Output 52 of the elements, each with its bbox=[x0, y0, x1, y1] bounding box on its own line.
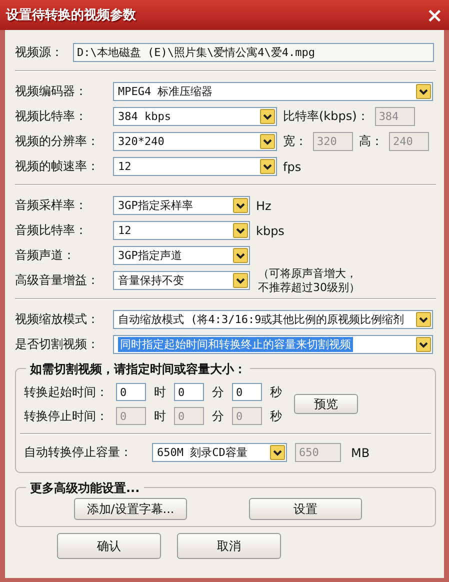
field-label: 视频缩放模式： bbox=[15, 311, 100, 328]
dropdown[interactable]: 3GP指定声道 bbox=[113, 246, 250, 265]
field-label: 是否切割视频： bbox=[15, 336, 100, 353]
unit-label: kbps bbox=[256, 224, 284, 238]
unit-label: 分 bbox=[212, 384, 224, 400]
input-field[interactable]: D:\本地磁盘 (E)\照片集\爱情公寓4\爱4.mpg bbox=[73, 42, 434, 62]
dropdown[interactable]: 自动缩放模式 (将4:3/16:9或其他比例的原视频比例缩剂 bbox=[113, 310, 433, 329]
cancel-button[interactable]: 取消 bbox=[177, 533, 281, 559]
group-title: 更多高级功能设置... bbox=[26, 480, 144, 497]
unit-label: Hz bbox=[256, 198, 272, 212]
field-label: 视频比特率： bbox=[15, 108, 88, 125]
dropdown[interactable]: 音量保持不变 bbox=[113, 271, 250, 290]
confirm-button[interactable]: 确认 bbox=[57, 533, 161, 559]
dropdown[interactable]: 12 bbox=[113, 157, 277, 176]
unit-label: 分 bbox=[212, 408, 224, 424]
input-field[interactable]: 0 bbox=[174, 383, 204, 401]
unit-label: 时 bbox=[154, 384, 166, 400]
field-label: 视频的帧速率： bbox=[15, 158, 100, 175]
field-label: 高级音量增益： bbox=[15, 272, 100, 289]
field-label: 自动转换停止容量： bbox=[24, 444, 133, 461]
dropdown[interactable]: 320*240 bbox=[113, 132, 277, 151]
field-label: 转换起始时间： bbox=[24, 384, 109, 400]
unit-label: 宽： bbox=[283, 133, 307, 150]
preview-button[interactable]: 预览 bbox=[294, 394, 358, 414]
field-label: 视频编码器： bbox=[15, 83, 88, 100]
button[interactable]: 设置 bbox=[249, 498, 362, 520]
unit-label: 高： bbox=[359, 133, 383, 150]
unit-label: 时 bbox=[154, 408, 166, 424]
dropdown[interactable]: 3GP指定采样率 bbox=[113, 196, 250, 215]
hint-text: （可将原声音增大， bbox=[258, 266, 358, 280]
unit-label: 秒 bbox=[270, 384, 282, 400]
window-title: 设置待转换的视频参数 bbox=[6, 7, 136, 24]
hint-text: 不推荐超过30级别） bbox=[258, 280, 360, 294]
unit-label: 秒 bbox=[270, 408, 282, 424]
close-button[interactable]: × bbox=[426, 5, 443, 25]
field-label: 视频的分辨率： bbox=[15, 133, 100, 150]
dropdown[interactable]: 12 bbox=[113, 221, 250, 240]
unit-label: fps bbox=[283, 160, 302, 174]
dropdown[interactable]: 384 kbps bbox=[113, 107, 277, 126]
field-label: 转换停止时间： bbox=[24, 408, 109, 424]
unit-label: MB bbox=[351, 446, 370, 460]
field-label: 音频声道： bbox=[15, 247, 76, 264]
dropdown[interactable]: MPEG4 标准压缩器 bbox=[113, 82, 433, 101]
group-title: 如需切割视频，请指定时间或容量大小： bbox=[26, 361, 250, 378]
input-field[interactable]: 0 bbox=[116, 383, 146, 401]
field-label: 视频源： bbox=[15, 44, 64, 60]
input-field[interactable]: 0 bbox=[232, 383, 262, 401]
dropdown[interactable]: 同时指定起始时间和转换终止的容量来切割视频 bbox=[113, 335, 433, 354]
button[interactable]: 添加/设置字幕... bbox=[74, 498, 187, 520]
field-label: 音频采样率： bbox=[15, 197, 88, 214]
unit-label: 比特率(kbps)： bbox=[283, 108, 369, 125]
field-label: 音频比特率： bbox=[15, 222, 88, 239]
